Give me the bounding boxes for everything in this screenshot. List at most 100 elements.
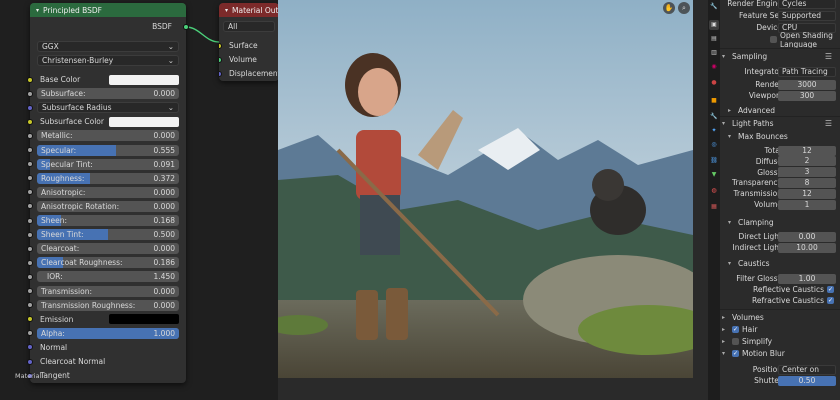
color-swatch[interactable]	[109, 314, 179, 325]
volume-socket[interactable]	[219, 56, 222, 63]
tool-icon[interactable]: 🔧	[709, 2, 719, 12]
value-slider[interactable]: Sheen: 0.168	[37, 215, 179, 226]
data-icon[interactable]: ▼	[709, 170, 719, 180]
input-socket[interactable]	[27, 118, 33, 125]
simplify-header[interactable]: ▸ Simplify	[722, 335, 838, 347]
value-slider[interactable]: Metallic: 0.000	[37, 130, 179, 142]
value-slider[interactable]: Specular: 0.555	[37, 144, 179, 156]
value-slider[interactable]: Alpha: 1.000	[37, 327, 179, 339]
render-samples-field[interactable]: 3000	[778, 79, 836, 90]
input-socket[interactable]	[27, 245, 33, 252]
subsurface-method-dropdown[interactable]: Christensen-Burley ⌄	[37, 55, 179, 66]
filter-glossy-field[interactable]: 1.00	[778, 273, 836, 284]
render-engine-dropdown[interactable]: Cycles	[778, 0, 836, 9]
surface-socket[interactable]	[219, 42, 222, 49]
displacement-socket[interactable]	[219, 70, 222, 77]
viewport-samples-field[interactable]: 300	[778, 90, 836, 101]
material-icon[interactable]: ◍	[709, 186, 719, 196]
input-socket[interactable]	[27, 132, 33, 139]
direct-light-field[interactable]: 0.00	[778, 231, 836, 242]
input-socket[interactable]	[27, 217, 33, 224]
value-slider[interactable]: Transmission Roughness: 0.000	[37, 299, 179, 311]
input-socket[interactable]	[27, 344, 33, 351]
value-slider[interactable]: Roughness: 0.372	[37, 172, 179, 184]
input-socket[interactable]	[27, 104, 33, 111]
hair-checkbox[interactable]: ✓	[732, 325, 739, 333]
refractive-caustics-checkbox[interactable]: ✓	[827, 297, 834, 304]
output-icon[interactable]: ▤	[709, 34, 719, 44]
value-slider[interactable]: Sheen Tint: 0.500	[37, 229, 179, 241]
osl-checkbox[interactable]	[770, 36, 777, 43]
input-socket[interactable]	[27, 273, 33, 280]
clamping-header[interactable]: ▾ Clamping	[728, 216, 838, 228]
color-swatch[interactable]	[109, 116, 179, 127]
list-icon[interactable]: ☰	[825, 52, 832, 61]
bsdf-output-socket[interactable]	[183, 23, 189, 30]
scene-icon[interactable]: ◉	[709, 62, 719, 72]
value-slider[interactable]: IOR: 1.450	[37, 271, 179, 283]
principled-bsdf-node[interactable]: ▾ Principled BSDF BSDF GGX ⌄ Christensen…	[27, 3, 189, 383]
position-dropdown[interactable]: Center on Frame	[778, 364, 836, 375]
hand-icon[interactable]: ✋	[663, 2, 675, 14]
bounce-field[interactable]: 12	[778, 188, 836, 199]
value-slider[interactable]: Clearcoat Roughness: 0.186	[37, 257, 179, 269]
bounce-field[interactable]: 8	[778, 177, 836, 188]
particles-icon[interactable]: ✦	[709, 126, 719, 136]
collapse-chevron-icon[interactable]: ▾	[225, 7, 228, 14]
value-slider[interactable]: Transmission: 0.000	[37, 285, 179, 297]
indirect-light-field[interactable]: 10.00	[778, 242, 836, 253]
value-slider[interactable]: Subsurface: 0.000	[37, 88, 179, 100]
material-output-node[interactable]: ▾ Material Output All Surface Volume Dis…	[219, 3, 279, 81]
value-slider[interactable]: Anisotropic Rotation: 0.000	[37, 200, 179, 212]
view-layer-icon[interactable]: ▥	[709, 48, 719, 58]
world-icon[interactable]: ●	[709, 78, 719, 88]
input-socket[interactable]	[27, 330, 33, 337]
node-editor[interactable]: ▾ Principled BSDF BSDF GGX ⌄ Christensen…	[0, 0, 279, 400]
simplify-checkbox[interactable]	[732, 337, 739, 345]
value-slider[interactable]: Clearcoat: 0.000	[37, 243, 179, 255]
input-socket[interactable]	[27, 203, 33, 210]
zoom-icon[interactable]: ⌕	[678, 2, 690, 14]
bounce-field[interactable]: 1	[778, 199, 836, 210]
render-icon[interactable]: ▣	[709, 20, 719, 30]
input-socket[interactable]	[27, 288, 33, 294]
input-socket[interactable]	[27, 358, 33, 365]
input-socket[interactable]	[27, 175, 33, 182]
input-socket[interactable]	[27, 147, 33, 153]
reflective-caustics-checkbox[interactable]: ✓	[827, 286, 834, 293]
input-socket[interactable]	[27, 76, 33, 83]
distribution-dropdown[interactable]: GGX ⌄	[37, 41, 179, 52]
motion-blur-header[interactable]: ▾ ✓ Motion Blur	[722, 347, 838, 359]
physics-icon[interactable]: ◎	[709, 140, 719, 150]
advanced-header[interactable]: ▸ Advanced	[728, 104, 838, 116]
object-icon[interactable]: ■	[709, 96, 719, 106]
texture-icon[interactable]: ▦	[709, 202, 719, 212]
volumes-header[interactable]: ▸ Volumes	[722, 311, 838, 323]
node-header[interactable]: ▾ Material Output	[219, 3, 279, 17]
value-slider[interactable]: Anisotropic: 0.000	[37, 186, 179, 198]
modifier-icon[interactable]: 🔧	[709, 112, 719, 122]
input-socket[interactable]	[27, 316, 33, 323]
input-socket[interactable]	[27, 302, 33, 309]
input-socket[interactable]	[27, 90, 33, 97]
list-icon[interactable]: ☰	[825, 119, 832, 128]
render-viewport[interactable]: ✋ ⌕	[278, 0, 708, 400]
input-socket[interactable]	[27, 259, 33, 266]
max-bounces-header[interactable]: ▾ Max Bounces	[728, 130, 838, 142]
subsurface-radius-dropdown[interactable]: Subsurface Radius ⌄	[37, 102, 179, 114]
collapse-chevron-icon[interactable]: ▾	[36, 7, 39, 14]
light-paths-header[interactable]: ▾ Light Paths ☰	[722, 117, 838, 129]
bounce-field[interactable]: 2	[778, 156, 836, 167]
node-header[interactable]: ▾ Principled BSDF	[30, 3, 186, 17]
color-swatch[interactable]	[109, 74, 179, 85]
constraints-icon[interactable]: ⛓	[709, 156, 719, 166]
bounce-field[interactable]: 3	[778, 167, 836, 178]
input-socket[interactable]	[27, 189, 33, 196]
sampling-header[interactable]: ▾ Sampling ☰	[722, 50, 838, 62]
caustics-header[interactable]: ▾ Caustics	[728, 257, 838, 269]
value-slider[interactable]: Specular Tint: 0.091	[37, 158, 179, 170]
integrator-dropdown[interactable]: Path Tracing	[778, 66, 836, 77]
bounce-field[interactable]: 12	[778, 145, 836, 156]
input-socket[interactable]	[27, 161, 33, 168]
motion-blur-checkbox[interactable]: ✓	[732, 349, 739, 357]
